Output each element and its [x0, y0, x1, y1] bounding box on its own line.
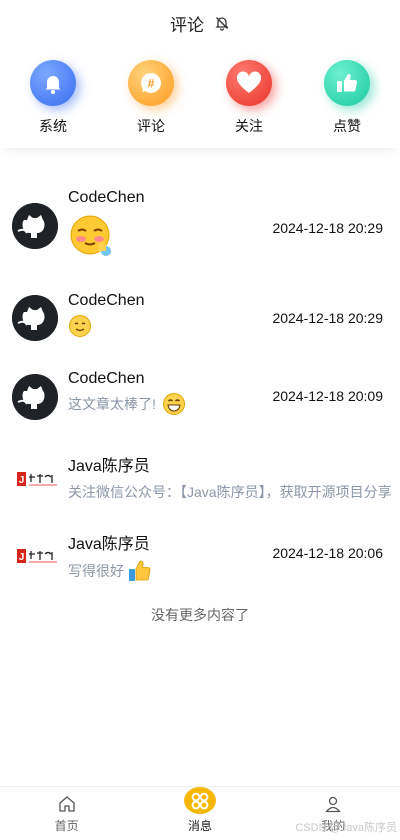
list-item[interactable]: CodeChen 2024-12-18 20:29 [0, 180, 400, 270]
list-item[interactable]: J Java陈序员 关注微信公众号：【Java陈序员】，获取开源项目分享 [0, 452, 400, 502]
timestamp: 2024-12-18 20:09 [272, 388, 383, 404]
username[interactable]: Java陈序员 [68, 530, 153, 554]
tab-home[interactable]: 首页 [17, 787, 117, 840]
message-body: Java陈序员 写得很好 [68, 530, 153, 584]
message-text: 关注微信公众号：【Java陈序员】，获取开源项目分享 [68, 484, 392, 500]
grin-emoji [162, 392, 186, 416]
message-body: CodeChen 这文章太棒了! [68, 370, 186, 416]
category-label: 评论 [137, 118, 165, 134]
timestamp: 2024-12-18 20:29 [272, 310, 383, 326]
heart-icon [226, 60, 272, 106]
username[interactable]: CodeChen [68, 292, 145, 310]
avatar[interactable] [12, 295, 58, 341]
message-text: 写得很好 [68, 563, 124, 579]
list-item[interactable]: CodeChen 2024-12-18 20:29 [0, 290, 400, 350]
list-item[interactable]: CodeChen 这文章太棒了! 2024-12-18 20:09 [0, 370, 400, 430]
svg-text:J: J [19, 475, 25, 486]
category-label: 关注 [235, 118, 263, 134]
message-body: CodeChen [68, 292, 145, 343]
message-body: Java陈序员 关注微信公众号：【Java陈序员】，获取开源项目分享 [68, 452, 400, 502]
category-like[interactable]: 点赞 [307, 46, 387, 136]
bell-off-icon[interactable] [214, 15, 230, 31]
message-text: 这文章太棒了! [68, 396, 156, 412]
avatar[interactable] [12, 374, 58, 420]
watermark: CSDN @Java陈序员 [295, 822, 397, 834]
avatar[interactable]: J [16, 468, 60, 490]
username[interactable]: Java陈序员 [68, 452, 400, 476]
timestamp: 2024-12-18 20:29 [272, 220, 383, 236]
hash-chat-icon: # [128, 60, 174, 106]
thumbs-up-icon [324, 60, 370, 106]
category-follow[interactable]: 关注 [209, 46, 289, 136]
page-title: 评论 [170, 15, 204, 35]
category-label: 点赞 [333, 118, 361, 134]
category-system[interactable]: 系统 [13, 46, 93, 136]
list-item[interactable]: J Java陈序员 写得很好 2024-12-18 20:06 [0, 528, 400, 581]
bell-icon [30, 60, 76, 106]
message-body: CodeChen [68, 189, 145, 262]
home-icon [58, 795, 76, 813]
avatar[interactable] [12, 203, 58, 249]
username[interactable]: CodeChen [68, 189, 145, 207]
message-clover-icon [183, 787, 216, 814]
category-label: 系统 [39, 118, 67, 134]
person-icon [324, 795, 342, 813]
page-header: 评论 [0, 0, 400, 46]
no-more-content: 没有更多内容了 [151, 607, 249, 623]
tab-label: 消息 [187, 819, 212, 833]
category-row: 系统 # 评论 关注 点赞 [0, 46, 400, 148]
category-comment[interactable]: # 评论 [111, 46, 191, 136]
tab-label: 首页 [54, 819, 79, 833]
svg-text:J: J [19, 552, 25, 563]
smile-emoji [68, 314, 145, 343]
timestamp: 2024-12-18 20:06 [272, 545, 383, 561]
username[interactable]: CodeChen [68, 370, 186, 388]
thumbs-up-emoji [127, 558, 153, 584]
shy-face-emoji [68, 213, 145, 262]
svg-text:#: # [148, 77, 155, 91]
tab-messages[interactable]: 消息 [150, 787, 250, 840]
avatar[interactable]: J [16, 545, 60, 567]
